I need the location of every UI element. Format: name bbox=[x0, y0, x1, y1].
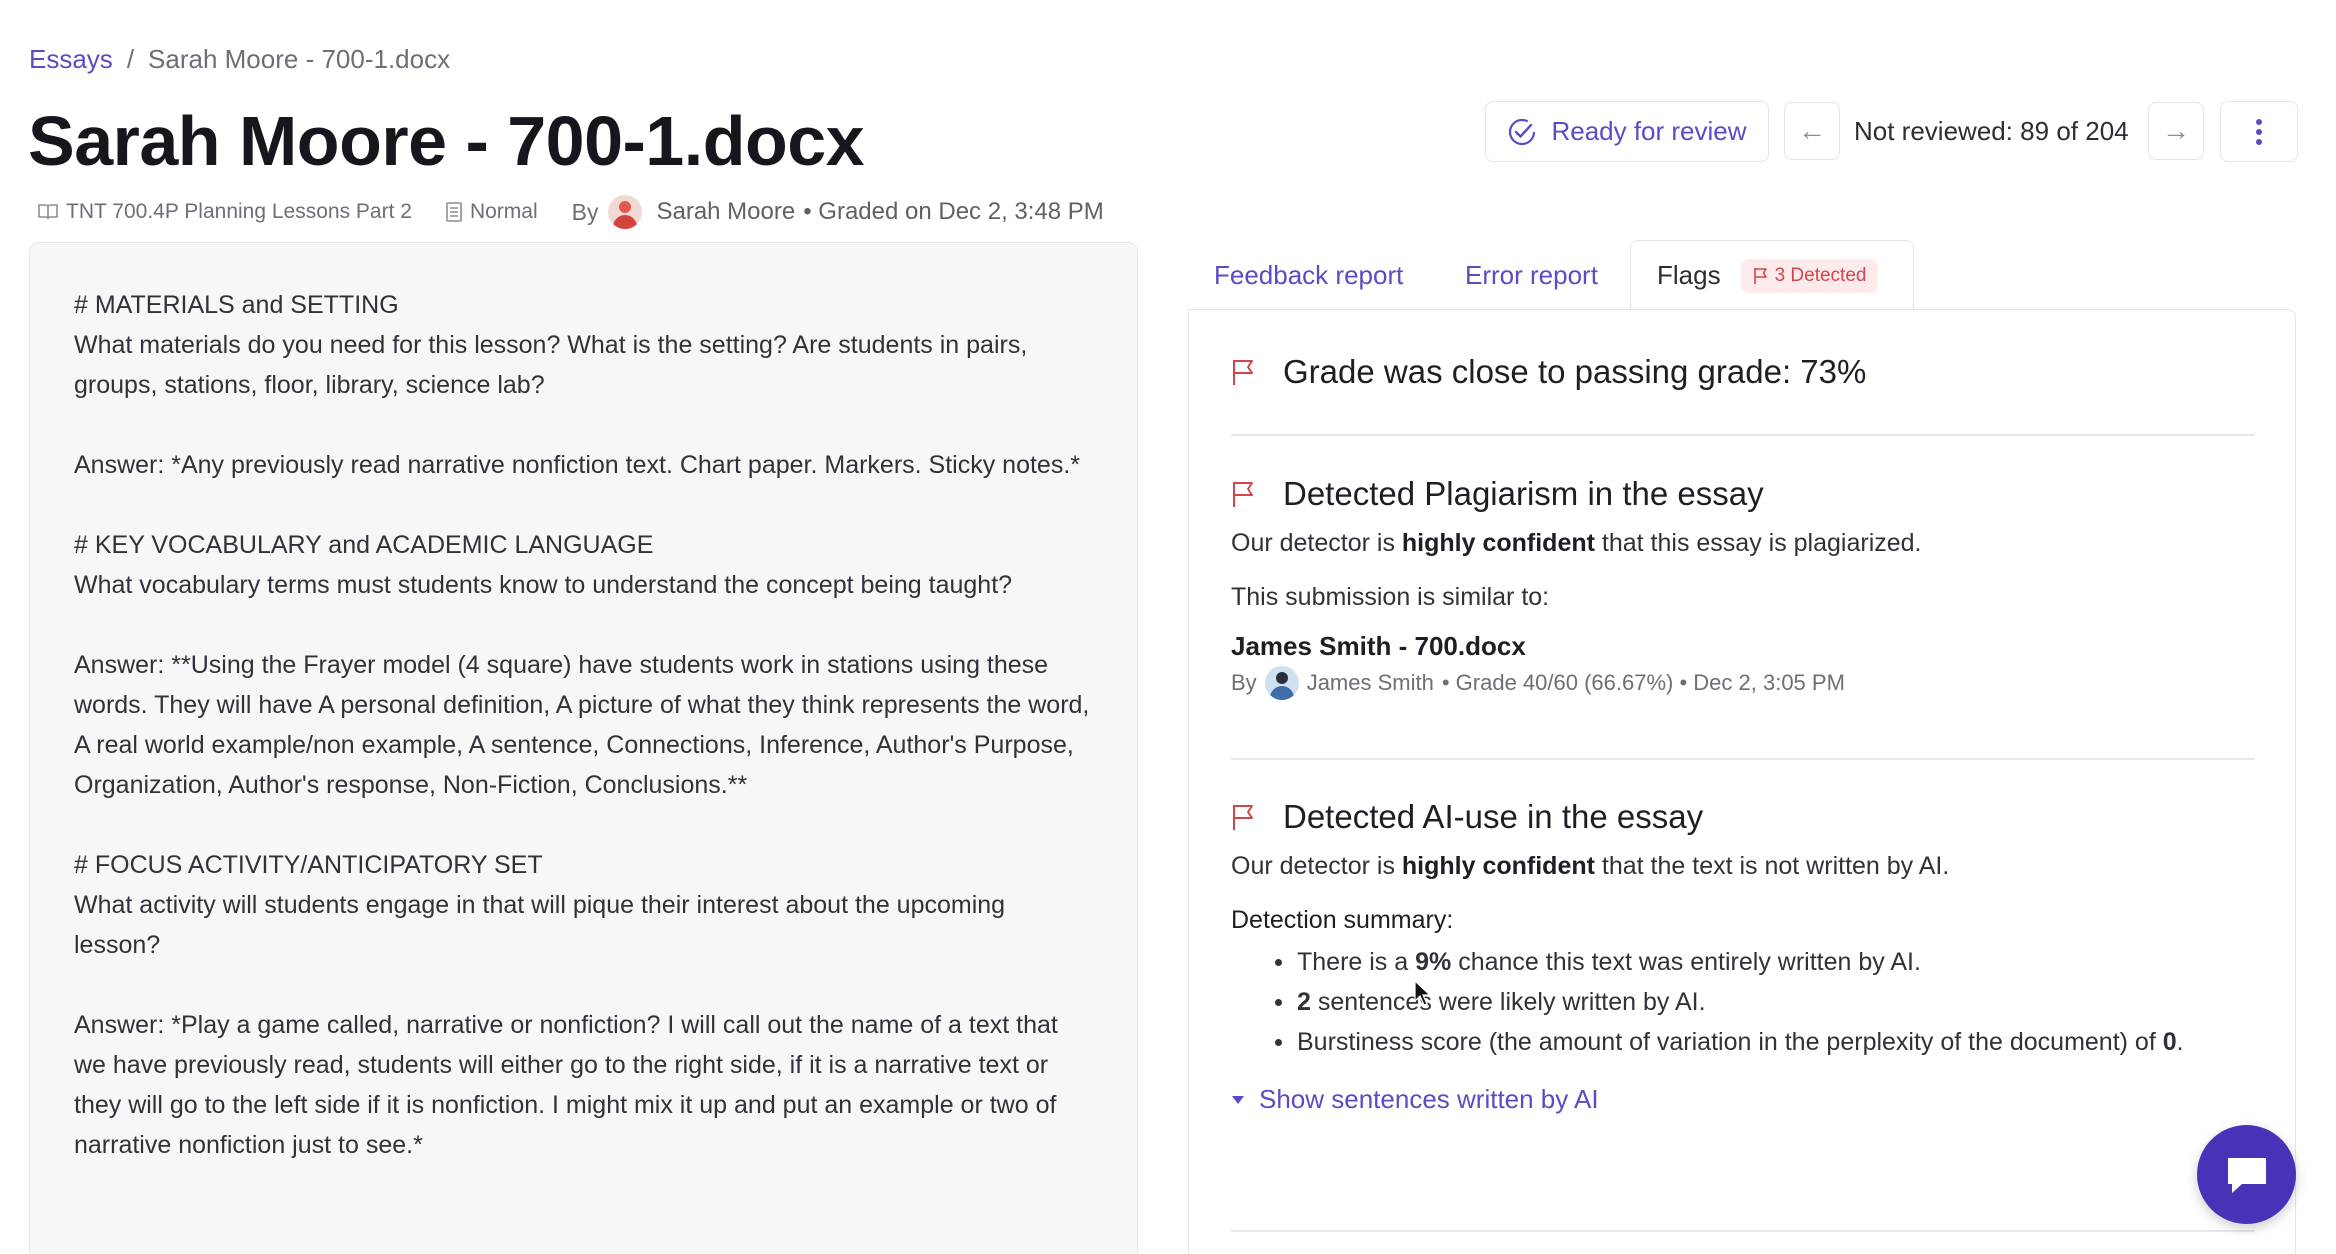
course-tag: TNT 700.4P Planning Lessons Part 2 bbox=[38, 200, 412, 224]
mode-label: Normal bbox=[469, 200, 538, 223]
page-title: Sarah Moore - 700-1.docx bbox=[28, 102, 865, 180]
summary-value: 0 bbox=[2162, 1028, 2177, 1056]
similar-label: This submission is similar to: bbox=[1231, 583, 1550, 611]
plagiarism-text-bold: highly confident bbox=[1401, 529, 1595, 557]
flag-ai-title: Detected AI-use in the essay bbox=[1283, 798, 1704, 835]
similar-author-name[interactable]: James Smith bbox=[1307, 670, 1434, 696]
flag-plagiarism-title: Detected Plagiarism in the essay bbox=[1283, 475, 1764, 512]
by-label: By bbox=[571, 198, 599, 225]
divider bbox=[1231, 1230, 2255, 1232]
ready-for-review-label: Ready for review bbox=[1551, 116, 1747, 146]
course-name: TNT 700.4P Planning Lessons Part 2 bbox=[66, 200, 412, 223]
essay-paragraph: # MATERIALS and SETTING What materials d… bbox=[74, 291, 1028, 399]
chat-button[interactable] bbox=[2197, 1125, 2296, 1224]
flag-plagiarism: Detected Plagiarism in the essay Our det… bbox=[1231, 475, 2255, 700]
essay-paragraph: Answer: *Any previously read narrative n… bbox=[74, 451, 1081, 479]
ai-text-pre: Our detector is bbox=[1231, 852, 1402, 880]
essay-paragraph: # FOCUS ACTIVITY/ANTICIPATORY SET What a… bbox=[74, 851, 1006, 959]
summary-text: Burstiness score (the amount of variatio… bbox=[1297, 1028, 2163, 1056]
next-essay-button[interactable]: → bbox=[2148, 102, 2204, 160]
list-item: Burstiness score (the amount of variatio… bbox=[1231, 1022, 2255, 1062]
essay-block: # MATERIALS and SETTING What materials d… bbox=[74, 285, 1093, 405]
document-icon bbox=[446, 202, 462, 222]
flag-icon bbox=[1233, 805, 1253, 830]
summary-text: sentences were likely written by AI. bbox=[1310, 988, 1706, 1016]
plagiarism-text-post: that this essay is plagiarized. bbox=[1594, 529, 1922, 557]
essay-block: Answer: *Any previously read narrative n… bbox=[74, 445, 1093, 485]
similar-by-label: By bbox=[1231, 670, 1257, 695]
essay-block: Answer: *Play a game called, narrative o… bbox=[74, 1005, 1093, 1165]
arrow-left-icon: ← bbox=[1798, 115, 1826, 146]
essay-meta: TNT 700.4P Planning Lessons Part 2 Norma… bbox=[38, 192, 1104, 232]
flag-icon bbox=[1753, 267, 1767, 284]
essay-paragraph: Answer: *Play a game called, narrative o… bbox=[74, 1011, 1058, 1159]
essay-paragraph: Answer: **Using the Frayer model (4 squa… bbox=[74, 651, 1090, 799]
arrow-right-icon: → bbox=[2162, 115, 2190, 146]
tab-feedback-report[interactable]: Feedback report bbox=[1214, 240, 1403, 310]
graded-date: • Graded on Dec 2, 3:48 PM bbox=[803, 198, 1104, 225]
author-avatar bbox=[608, 195, 643, 229]
ai-text-bold: highly confident bbox=[1401, 852, 1595, 880]
essay-block: # FOCUS ACTIVITY/ANTICIPATORY SET What a… bbox=[74, 845, 1093, 965]
breadcrumb-separator: / bbox=[126, 44, 135, 74]
list-item: 2 sentences were likely written by AI. bbox=[1231, 982, 2255, 1022]
flags-count-label: 3 Detected bbox=[1774, 264, 1867, 286]
breadcrumb-essays-link[interactable]: Essays bbox=[29, 44, 113, 75]
flag-icon bbox=[1233, 482, 1253, 507]
detection-summary-label: Detection summary: bbox=[1231, 906, 1454, 934]
ai-text-post: that the text is not written by AI. bbox=[1594, 852, 1950, 880]
summary-text: There is a bbox=[1297, 948, 1416, 976]
similar-document-detail: • Grade 40/60 (66.67%) • Dec 2, 3:05 PM bbox=[1441, 670, 1845, 695]
flags-count-badge: 3 Detected bbox=[1740, 258, 1879, 293]
book-icon bbox=[38, 204, 58, 220]
essay-paragraph: # KEY VOCABULARY and ACADEMIC LANGUAGE W… bbox=[74, 531, 1013, 599]
flag-grade-close: Grade was close to passing grade: 73% bbox=[1231, 353, 2255, 391]
list-item: There is a 9% chance this text was entir… bbox=[1231, 942, 2255, 982]
summary-text: . bbox=[2176, 1028, 2184, 1056]
report-tabs: Feedback report Error report Flags 3 Det… bbox=[1188, 240, 2296, 310]
tab-flags-label: Flags bbox=[1657, 260, 1721, 290]
show-ai-sentences-toggle[interactable]: Show sentences written by AI bbox=[1231, 1084, 2255, 1115]
similar-document-title[interactable]: James Smith - 700.docx bbox=[1231, 631, 2255, 662]
mouse-cursor-icon bbox=[1414, 980, 1432, 1006]
ai-confidence: Our detector is highly confident that th… bbox=[1231, 848, 2255, 884]
not-reviewed-counter: Not reviewed: 89 of 204 bbox=[1854, 116, 2129, 146]
mode-tag: Normal bbox=[446, 200, 538, 224]
tab-flags[interactable]: Flags 3 Detected bbox=[1630, 240, 1914, 310]
divider bbox=[1231, 758, 2255, 760]
more-options-button[interactable] bbox=[2220, 101, 2298, 162]
divider bbox=[1231, 434, 2255, 436]
plagiarism-confidence: Our detector is highly confident that th… bbox=[1231, 525, 2255, 561]
author-name[interactable]: Sarah Moore bbox=[656, 198, 795, 226]
essay-block: # KEY VOCABULARY and ACADEMIC LANGUAGE W… bbox=[74, 525, 1093, 605]
breadcrumb-current: Sarah Moore - 700-1.docx bbox=[148, 44, 451, 74]
previous-essay-button[interactable]: ← bbox=[1784, 102, 1840, 160]
similar-author-avatar bbox=[1264, 666, 1299, 700]
flag-grade-title: Grade was close to passing grade: 73% bbox=[1283, 353, 1867, 390]
tab-error-report[interactable]: Error report bbox=[1465, 240, 1598, 310]
summary-text: chance this text was entirely written by… bbox=[1451, 948, 1921, 976]
breadcrumb: Essays / Sarah Moore - 700-1.docx bbox=[29, 44, 450, 75]
detection-summary-list: There is a 9% chance this text was entir… bbox=[1231, 942, 2255, 1062]
summary-value: 2 bbox=[1297, 988, 1311, 1016]
plagiarism-text-pre: Our detector is bbox=[1231, 529, 1402, 557]
chat-icon bbox=[2227, 1157, 2266, 1193]
flag-ai-use: Detected AI-use in the essay Our detecto… bbox=[1231, 798, 2255, 1115]
ready-for-review-button[interactable]: Ready for review bbox=[1485, 101, 1769, 162]
essay-block: Answer: **Using the Frayer model (4 squa… bbox=[74, 645, 1093, 805]
essay-content[interactable]: # MATERIALS and SETTING What materials d… bbox=[29, 242, 1138, 1254]
flag-icon bbox=[1233, 360, 1253, 385]
more-vertical-icon bbox=[2256, 118, 2262, 145]
summary-value: 9% bbox=[1415, 948, 1452, 976]
caret-down-icon bbox=[1232, 1095, 1244, 1104]
flags-panel: Grade was close to passing grade: 73% De… bbox=[1188, 309, 2296, 1254]
check-circle-icon bbox=[1509, 118, 1536, 145]
similar-document-meta: By James Smith • Grade 40/60 (66.67%) • … bbox=[1231, 666, 2255, 700]
show-ai-sentences-label: Show sentences written by AI bbox=[1259, 1084, 1599, 1114]
